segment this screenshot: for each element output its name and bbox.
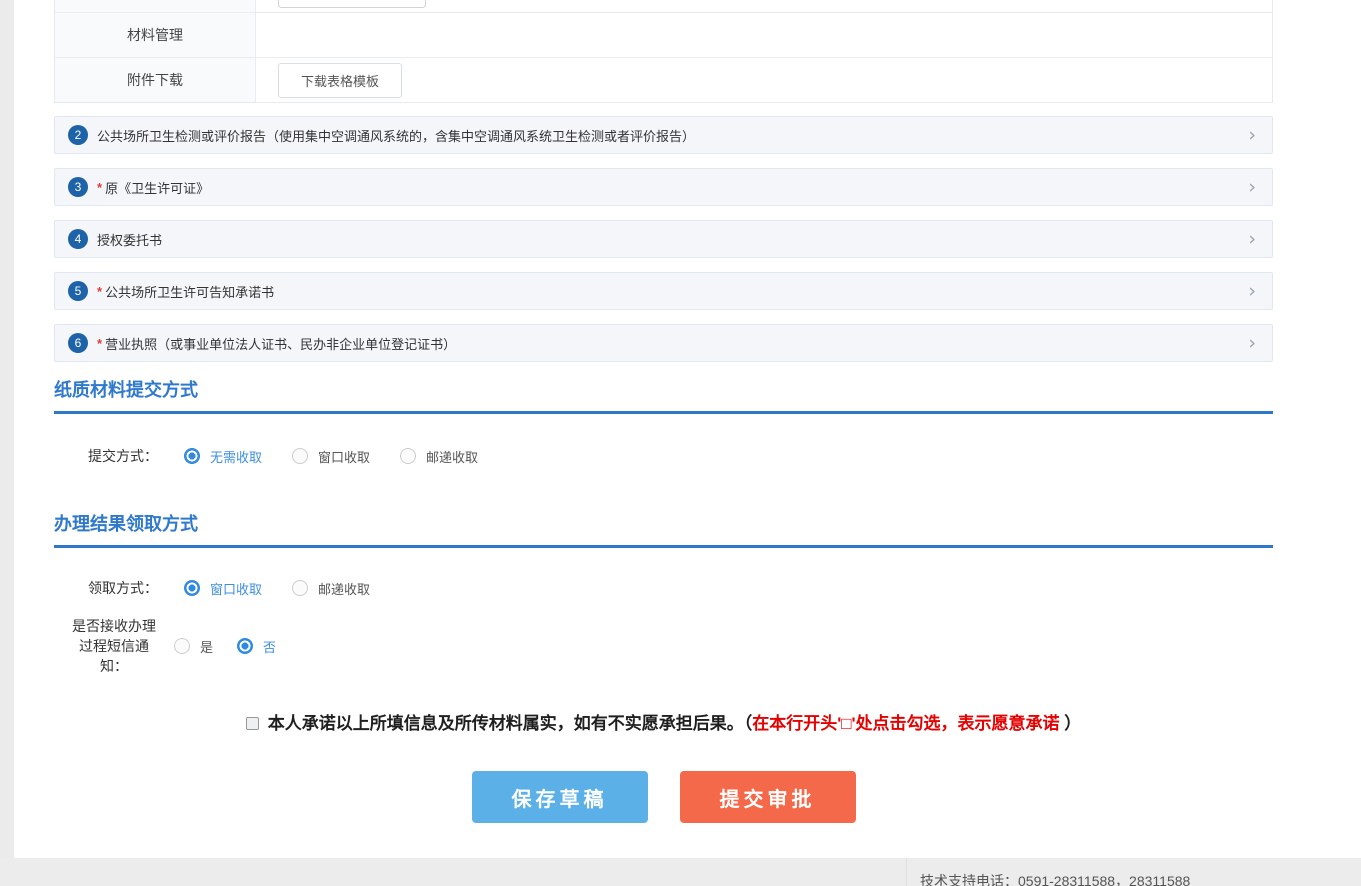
sms-notify-row: 是否接收办理过程短信通知： 是 否	[54, 616, 1273, 676]
radio-label: 邮递收取	[426, 447, 478, 466]
item-number-badge: 4	[68, 229, 88, 249]
radio-label: 窗口收取	[210, 579, 262, 598]
submit-method-label: 提交方式：	[70, 446, 158, 466]
table-row-truncated	[55, 0, 1272, 12]
attachment-item-5[interactable]: 5 * 公共场所卫生许可告知承诺书 ›	[54, 272, 1273, 310]
support-phone-text: 技术支持电话：0591-28311588，28311588	[920, 871, 1190, 886]
attachment-title: 公共场所卫生检测或评价报告（使用集中空调通风系统的，含集中空调通风系统卫生检测或…	[97, 126, 695, 145]
radio-window-pickup[interactable]: 窗口收取	[184, 579, 262, 598]
radio-window-collection[interactable]: 窗口收取	[292, 447, 370, 466]
item-number-badge: 2	[68, 125, 88, 145]
attachment-item-6[interactable]: 6 * 营业执照（或事业单位法人证书、民办非企业单位登记证书） ›	[54, 324, 1273, 362]
chevron-right-icon: ›	[1248, 230, 1256, 249]
attachment-title: 授权委托书	[97, 230, 162, 249]
form-page: 材料管理 附件下载 下载表格模板 2 公共场所卫生检测或评价报告（使用集中空调通…	[14, 0, 1361, 858]
download-template-button[interactable]: 下载表格模板	[278, 63, 402, 98]
radio-label: 窗口收取	[318, 447, 370, 466]
sms-notify-label: 是否接收办理过程短信通知：	[70, 616, 158, 676]
radio-selected-icon	[184, 580, 200, 596]
radio-no-collection[interactable]: 无需收取	[184, 447, 262, 466]
table-label-cell	[55, 0, 256, 12]
attachment-title: 原《卫生许可证》	[105, 178, 209, 197]
attachment-item-3[interactable]: 3 * 原《卫生许可证》 ›	[54, 168, 1273, 206]
save-draft-button[interactable]: 保存草稿	[472, 771, 648, 823]
radio-label: 是	[200, 637, 213, 656]
footer-divider	[906, 858, 907, 886]
radio-unselected-icon	[292, 448, 308, 464]
page-footer: 技术支持电话：0591-28311588，28311588	[0, 858, 1361, 886]
commitment-checkbox[interactable]	[246, 717, 259, 730]
radio-label: 邮递收取	[318, 579, 370, 598]
commitment-text: 本人承诺以上所填信息及所传材料属实，如有不实愿承担后果。（	[268, 714, 753, 733]
radio-sms-yes[interactable]: 是	[174, 637, 213, 656]
material-manage-label: 材料管理	[55, 13, 256, 57]
item-number-badge: 6	[68, 333, 88, 353]
submit-method-row: 提交方式： 无需收取 窗口收取 邮递收取	[54, 446, 1273, 466]
receive-method-label: 领取方式：	[70, 578, 158, 598]
required-asterisk: *	[97, 336, 102, 351]
table-row-attachment-download: 附件下载 下载表格模板	[55, 57, 1272, 102]
radio-label: 否	[263, 637, 276, 656]
radio-selected-icon	[237, 638, 253, 654]
material-manage-value	[256, 13, 1272, 57]
attachment-download-label: 附件下载	[55, 58, 256, 102]
section-title-result-receive: 办理结果领取方式	[54, 510, 1273, 548]
radio-unselected-icon	[292, 580, 308, 596]
item-number-badge: 3	[68, 177, 88, 197]
attachment-title: 公共场所卫生许可告知承诺书	[105, 282, 274, 301]
commitment-hint-red: 在本行开头'□'处点击勾选，表示愿意承诺	[752, 714, 1064, 733]
table-row-material-manage: 材料管理	[55, 12, 1272, 57]
radio-sms-no[interactable]: 否	[237, 637, 276, 656]
attachment-title: 营业执照（或事业单位法人证书、民办非企业单位登记证书）	[105, 334, 456, 353]
action-buttons: 保存草稿 提交审批	[54, 771, 1273, 823]
form-content: 材料管理 附件下载 下载表格模板 2 公共场所卫生检测或评价报告（使用集中空调通…	[54, 0, 1273, 823]
section-title-paper-submit: 纸质材料提交方式	[54, 376, 1273, 414]
item-number-badge: 5	[68, 281, 88, 301]
radio-unselected-icon	[400, 448, 416, 464]
truncated-control[interactable]	[278, 0, 426, 8]
required-asterisk: *	[97, 284, 102, 299]
required-asterisk: *	[97, 180, 102, 195]
radio-selected-icon	[184, 448, 200, 464]
attachment-item-2[interactable]: 2 公共场所卫生检测或评价报告（使用集中空调通风系统的，含集中空调通风系统卫生检…	[54, 116, 1273, 154]
radio-unselected-icon	[174, 638, 190, 654]
attachment-list: 2 公共场所卫生检测或评价报告（使用集中空调通风系统的，含集中空调通风系统卫生检…	[54, 116, 1273, 362]
commitment-row: 本人承诺以上所填信息及所传材料属实，如有不实愿承担后果。（在本行开头'□'处点击…	[54, 712, 1273, 736]
materials-table: 材料管理 附件下载 下载表格模板	[54, 0, 1273, 103]
chevron-right-icon: ›	[1248, 334, 1256, 353]
attachment-item-4[interactable]: 4 授权委托书 ›	[54, 220, 1273, 258]
chevron-right-icon: ›	[1248, 178, 1256, 197]
attachment-download-value: 下载表格模板	[256, 58, 1272, 102]
receive-method-row: 领取方式： 窗口收取 邮递收取	[54, 578, 1273, 598]
chevron-right-icon: ›	[1248, 282, 1256, 301]
radio-mail-collection[interactable]: 邮递收取	[400, 447, 478, 466]
chevron-right-icon: ›	[1248, 126, 1256, 145]
radio-mail-pickup[interactable]: 邮递收取	[292, 579, 370, 598]
submit-approval-button[interactable]: 提交审批	[680, 771, 856, 823]
commitment-text-close: ）	[1064, 714, 1081, 733]
radio-label: 无需收取	[210, 447, 262, 466]
